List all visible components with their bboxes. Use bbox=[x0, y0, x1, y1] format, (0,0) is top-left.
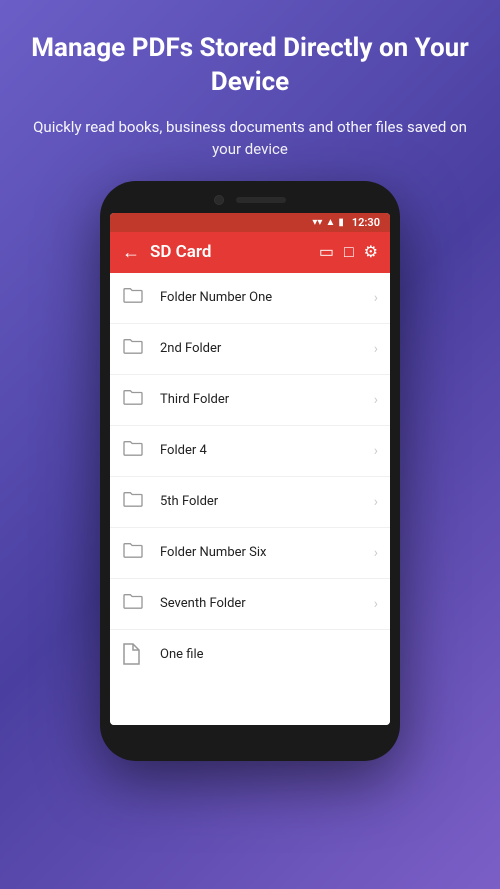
file-name-label: Folder Number One bbox=[160, 290, 374, 305]
list-item[interactable]: 2nd Folder › bbox=[110, 324, 390, 375]
sort-icon[interactable]: □ bbox=[344, 242, 354, 262]
speaker bbox=[236, 197, 286, 203]
chevron-right-icon: › bbox=[374, 392, 378, 408]
settings-icon[interactable]: ⚙ bbox=[364, 242, 378, 262]
list-item[interactable]: One file › bbox=[110, 630, 390, 680]
folder-icon bbox=[122, 388, 146, 412]
file-name-label: Folder Number Six bbox=[160, 545, 374, 560]
folder-icon bbox=[122, 541, 146, 565]
wifi-icon: ▾▾ bbox=[312, 217, 322, 228]
folder-icon bbox=[122, 439, 146, 463]
header-section: Manage PDFs Stored Directly on Your Devi… bbox=[0, 0, 500, 171]
file-name-label: One file bbox=[160, 647, 374, 662]
file-name-label: Third Folder bbox=[160, 392, 374, 407]
battery-icon: ▮ bbox=[338, 217, 344, 228]
file-doc-icon bbox=[122, 643, 146, 667]
chevron-right-icon: › bbox=[374, 545, 378, 561]
front-camera bbox=[214, 195, 224, 205]
toolbar-title: SD Card bbox=[150, 242, 309, 262]
list-item[interactable]: Third Folder › bbox=[110, 375, 390, 426]
file-name-label: Seventh Folder bbox=[160, 596, 374, 611]
status-time: 12:30 bbox=[352, 216, 380, 229]
chevron-right-icon: › bbox=[374, 494, 378, 510]
main-title: Manage PDFs Stored Directly on Your Devi… bbox=[30, 32, 470, 100]
status-icons: ▾▾ ▲ ▮ bbox=[312, 217, 343, 228]
view-toggle-icon[interactable]: ▭ bbox=[319, 242, 334, 262]
file-name-label: 2nd Folder bbox=[160, 341, 374, 356]
file-name-label: 5th Folder bbox=[160, 494, 374, 509]
signal-icon: ▲ bbox=[325, 217, 335, 228]
phone-mockup: ▾▾ ▲ ▮ 12:30 ← SD Card ▭ □ ⚙ bbox=[100, 181, 400, 761]
folder-icon bbox=[122, 490, 146, 514]
file-list: Folder Number One › 2nd Folder › Third F… bbox=[110, 273, 390, 725]
chevron-right-icon: › bbox=[374, 290, 378, 306]
toolbar-actions: ▭ □ ⚙ bbox=[319, 242, 378, 262]
folder-icon bbox=[122, 592, 146, 616]
phone-body: ▾▾ ▲ ▮ 12:30 ← SD Card ▭ □ ⚙ bbox=[100, 181, 400, 761]
chevron-right-icon: › bbox=[374, 341, 378, 357]
list-item[interactable]: Seventh Folder › bbox=[110, 579, 390, 630]
list-item[interactable]: 5th Folder › bbox=[110, 477, 390, 528]
back-button[interactable]: ← bbox=[122, 242, 140, 263]
chevron-right-icon: › bbox=[374, 596, 378, 612]
list-item[interactable]: Folder Number Six › bbox=[110, 528, 390, 579]
app-toolbar: ← SD Card ▭ □ ⚙ bbox=[110, 232, 390, 273]
phone-top bbox=[110, 195, 390, 213]
status-bar: ▾▾ ▲ ▮ 12:30 bbox=[110, 213, 390, 232]
subtitle-text: Quickly read books, business documents a… bbox=[30, 116, 470, 161]
folder-icon bbox=[122, 286, 146, 310]
folder-icon bbox=[122, 337, 146, 361]
file-name-label: Folder 4 bbox=[160, 443, 374, 458]
chevron-right-icon: › bbox=[374, 443, 378, 459]
list-item[interactable]: Folder Number One › bbox=[110, 273, 390, 324]
list-item[interactable]: Folder 4 › bbox=[110, 426, 390, 477]
phone-screen: ▾▾ ▲ ▮ 12:30 ← SD Card ▭ □ ⚙ bbox=[110, 213, 390, 725]
